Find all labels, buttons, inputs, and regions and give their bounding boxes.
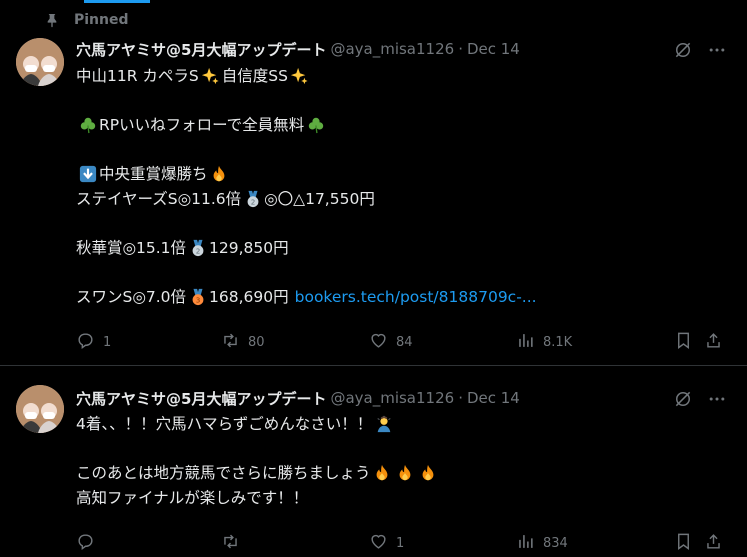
pinned-label: Pinned [74,12,129,28]
grok-icon[interactable] [673,389,693,409]
like-button[interactable]: 1 [369,532,404,555]
fire-icon [419,464,438,483]
separator-dot: · [458,389,463,407]
text-line: 秋華賞◎15.1倍 [76,238,187,257]
tweet[interactable]: 穴馬アヤミサ@5月大幅アップデート @aya_misa1126 · Dec 14… [0,30,747,366]
text-line: 中山11R カペラS [76,67,199,85]
retweet-button[interactable]: 80 [221,331,265,354]
avatar[interactable] [16,385,64,433]
sparkles-icon [201,67,220,86]
user-handle[interactable]: @aya_misa1126 [330,389,454,407]
reply-button[interactable]: 1 [76,331,111,354]
share-icon [704,331,723,354]
tweet[interactable]: 穴馬アヤミサ@5月大幅アップデート @aya_misa1126 · Dec 14… [0,367,747,557]
shamrock-icon [78,116,97,135]
like-icon [369,532,388,555]
share-button[interactable] [704,331,723,354]
display-name[interactable]: 穴馬アヤミサ@5月大幅アップデート [76,39,326,60]
like-icon [369,331,388,354]
sparkles-icon [290,67,309,86]
more-icon[interactable] [707,40,727,60]
fire-icon [373,464,392,483]
tweet-actions: 1 80 84 8.1K [76,332,723,352]
tweet-date[interactable]: Dec 14 [467,389,520,407]
fire-icon [396,464,415,483]
more-icon[interactable] [707,389,727,409]
text-line: 168,690円 [209,287,289,306]
reply-button[interactable] [76,532,103,555]
fire-icon [210,165,229,184]
tweet-date[interactable]: Dec 14 [467,40,520,58]
svg-text:3: 3 [195,295,200,304]
text-line: 129,850円 [209,238,289,257]
bookmark-icon [674,331,693,354]
bronze-medal-icon: 3 [188,287,207,306]
views-count: 8.1K [543,334,573,350]
text-line: このあとは地方競馬でさらに勝ちましょう [76,464,371,482]
text-line: RPいいねフォローで全員無料 [99,116,305,134]
silver-medal-icon: 2 [188,238,207,257]
bookmark-icon [674,532,693,555]
svg-text:2: 2 [250,197,255,206]
tweet-text: 中山11R カペラS 自信度SS RPいいねフォローで全員無料 中央重賞爆勝ち … [76,64,727,309]
views-button[interactable]: 834 [516,532,568,555]
reply-icon [76,331,95,354]
grok-icon[interactable] [673,40,693,60]
views-button[interactable]: 8.1K [516,331,572,354]
active-tab-indicator [84,0,150,3]
text-line: ステイヤーズS◎11.6倍 [76,189,242,208]
pinned-indicator: Pinned [44,10,129,30]
views-icon [516,532,535,555]
reply-count: 1 [103,334,112,350]
tweet-actions: 1 834 [76,533,723,553]
svg-text:2: 2 [195,246,200,255]
user-handle[interactable]: @aya_misa1126 [330,40,454,58]
text-line: 中央重賞爆勝ち [99,165,208,183]
retweet-button[interactable] [221,532,248,555]
tweet-text: 4着、、！！穴馬ハマらずごめんなさい！！ このあとは地方競馬でさらに勝ちましょう… [76,412,727,510]
retweet-icon [221,532,240,555]
avatar[interactable] [16,38,64,86]
bookmark-button[interactable] [674,331,693,354]
down-arrow-icon [78,165,97,184]
like-count: 84 [396,334,413,350]
retweet-count: 80 [248,334,265,350]
tweet-link[interactable]: bookers.tech/post/8188709c-... [295,285,537,310]
pin-icon [44,12,60,28]
share-icon [704,532,723,555]
text-line: 高知ファイナルが楽しみです！！ [76,488,309,507]
text-line: 4着、、！！穴馬ハマらずごめんなさい！！ [76,415,373,433]
person-bowing-icon [374,415,393,434]
text-line: ◎〇△17,550円 [264,189,375,208]
tweet-header: 穴馬アヤミサ@5月大幅アップデート @aya_misa1126 · Dec 14 [76,38,520,60]
views-count: 834 [543,535,568,551]
display-name[interactable]: 穴馬アヤミサ@5月大幅アップデート [76,388,326,409]
like-button[interactable]: 84 [369,331,413,354]
text-line: スワンS◎7.0倍 [76,287,187,306]
retweet-icon [221,331,240,354]
silver-medal-icon: 2 [243,189,262,208]
share-button[interactable] [704,532,723,555]
views-icon [516,331,535,354]
bookmark-button[interactable] [674,532,693,555]
reply-icon [76,532,95,555]
shamrock-icon [306,116,325,135]
tweet-header: 穴馬アヤミサ@5月大幅アップデート @aya_misa1126 · Dec 14 [76,387,520,409]
like-count: 1 [396,535,405,551]
separator-dot: · [458,40,463,58]
text-line: 自信度SS [221,67,288,85]
